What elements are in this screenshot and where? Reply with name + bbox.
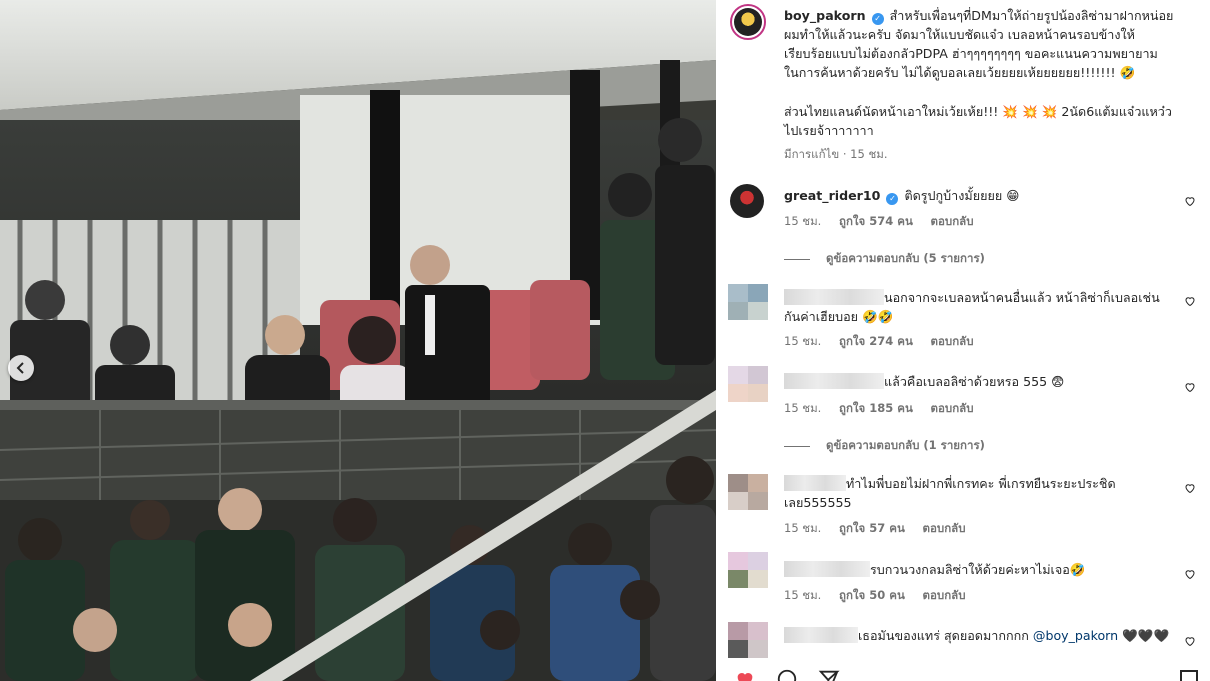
- owner-username[interactable]: boy_pakorn: [784, 8, 866, 23]
- comment-avatar[interactable]: [728, 284, 768, 320]
- caption-line-4: ในการค้นหาด้วยครับ ไม่ได้ดูบอลเลยเว้ยยยย…: [784, 65, 1136, 80]
- share-icon[interactable]: [818, 668, 840, 681]
- heart-icon[interactable]: [734, 668, 756, 681]
- verified-badge-icon: ✓: [886, 193, 899, 205]
- verified-badge-icon: ✓: [871, 13, 884, 25]
- comment-avatar[interactable]: [728, 552, 768, 588]
- stadium-crowd-photo: [0, 0, 716, 681]
- comment-4-meta: 15 ชม. ถูกใจ 57 คน ตอบกลับ: [784, 521, 966, 535]
- comment-3-meta: 15 ชม. ถูกใจ 185 คน ตอบกลับ: [784, 401, 974, 415]
- heart-icon[interactable]: [1184, 295, 1196, 307]
- comment-avatar[interactable]: [730, 184, 764, 218]
- previous-image-button[interactable]: [8, 355, 34, 381]
- post-photo[interactable]: [0, 0, 716, 681]
- comment-username-blurred[interactable]: [784, 475, 846, 491]
- comment-avatar[interactable]: [728, 474, 768, 510]
- bookmark-icon[interactable]: [1180, 670, 1198, 681]
- comment-1: great_rider10 ✓ ติดรูปกูบ้างมั้ยยยย 😁: [784, 186, 1019, 205]
- caption-line-1: สำหรับเพื่อนๆที่DMมาให้ถ่ายรูปน้องลิซ่าม…: [889, 8, 1174, 23]
- comment-username-blurred[interactable]: [784, 373, 884, 389]
- post-edited-meta: มีการแก้ไข · 15 ชม.: [784, 147, 888, 161]
- heart-icon[interactable]: [1184, 195, 1196, 207]
- comment-username-blurred[interactable]: [784, 561, 870, 577]
- comment-6: เธอมันของแทร่ สุดยอดมากกกก @boy_pakorn 🖤…: [784, 626, 1169, 645]
- caption2-line-2: ไปเรยจ้าาาาาาา: [784, 123, 874, 138]
- comment-avatar[interactable]: [728, 366, 768, 402]
- caption-line-3: เรียบร้อยแบบไม่ต้องกลัวPDPA ฮ่าๆๆๆๆๆๆๆๆ …: [784, 46, 1158, 61]
- comments-panel[interactable]: boy_pakorn ✓ สำหรับเพื่อนๆที่DMมาให้ถ่าย…: [716, 0, 1210, 681]
- comment-3: แล้วคือเบลอลิซ่าด้วยหรอ 555 😨: [784, 372, 1064, 391]
- heart-icon[interactable]: [1184, 482, 1196, 494]
- heart-icon[interactable]: [1184, 568, 1196, 580]
- heart-icon[interactable]: [1184, 635, 1196, 647]
- comment-text: ติดรูปกูบ้างมั้ยยยย 😁: [904, 188, 1020, 203]
- action-bar: [734, 668, 840, 681]
- view-replies-button[interactable]: ดูข้อความตอบกลับ (5 รายการ): [784, 250, 985, 268]
- comment-username-blurred[interactable]: [784, 627, 858, 643]
- mention-link[interactable]: @boy_pakorn: [1033, 628, 1118, 643]
- comment-username[interactable]: great_rider10: [784, 188, 880, 203]
- owner-avatar[interactable]: [730, 4, 766, 40]
- chevron-left-icon: [16, 362, 26, 374]
- comment-avatar[interactable]: [728, 622, 768, 658]
- caption2-line-1: ส่วนไทยแลนด์นัดหน้าเอาใหม่เว้ยเห้ย!!! 💥 …: [784, 104, 1172, 119]
- comment-2: นอกจากจะเบลอหน้าคนอื่นแล้ว หน้าลิซ่าก็เบ…: [784, 289, 1160, 324]
- comment-username-blurred[interactable]: [784, 289, 884, 305]
- post-caption-2: ส่วนไทยแลนด์นัดหน้าเอาใหม่เว้ยเห้ย!!! 💥 …: [784, 102, 1194, 140]
- post-caption: boy_pakorn ✓ สำหรับเพื่อนๆที่DMมาให้ถ่าย…: [784, 6, 1194, 82]
- caption-line-2: ผมทำให้แล้วนะครับ จัดมาให้แบบชัดแจ๋ว เบล…: [784, 27, 1135, 42]
- view-replies-button[interactable]: ดูข้อความตอบกลับ (1 รายการ): [784, 437, 985, 455]
- comment-1-meta: 15 ชม. ถูกใจ 574 คน ตอบกลับ: [784, 214, 974, 228]
- comment-5-meta: 15 ชม. ถูกใจ 50 คน ตอบกลับ: [784, 588, 966, 602]
- comment-5: รบกวนวงกลมลิซ่าให้ด้วยค่ะหาไม่เจอ🤣: [784, 560, 1085, 579]
- comment-2-meta: 15 ชม. ถูกใจ 274 คน ตอบกลับ: [784, 334, 974, 348]
- heart-icon[interactable]: [1184, 381, 1196, 393]
- comment-4: ทำไมพี่บอยไม่ฝากพี่เกรทคะ พี่เกรทยืนระยะ…: [784, 475, 1116, 510]
- comment-icon[interactable]: [776, 668, 798, 681]
